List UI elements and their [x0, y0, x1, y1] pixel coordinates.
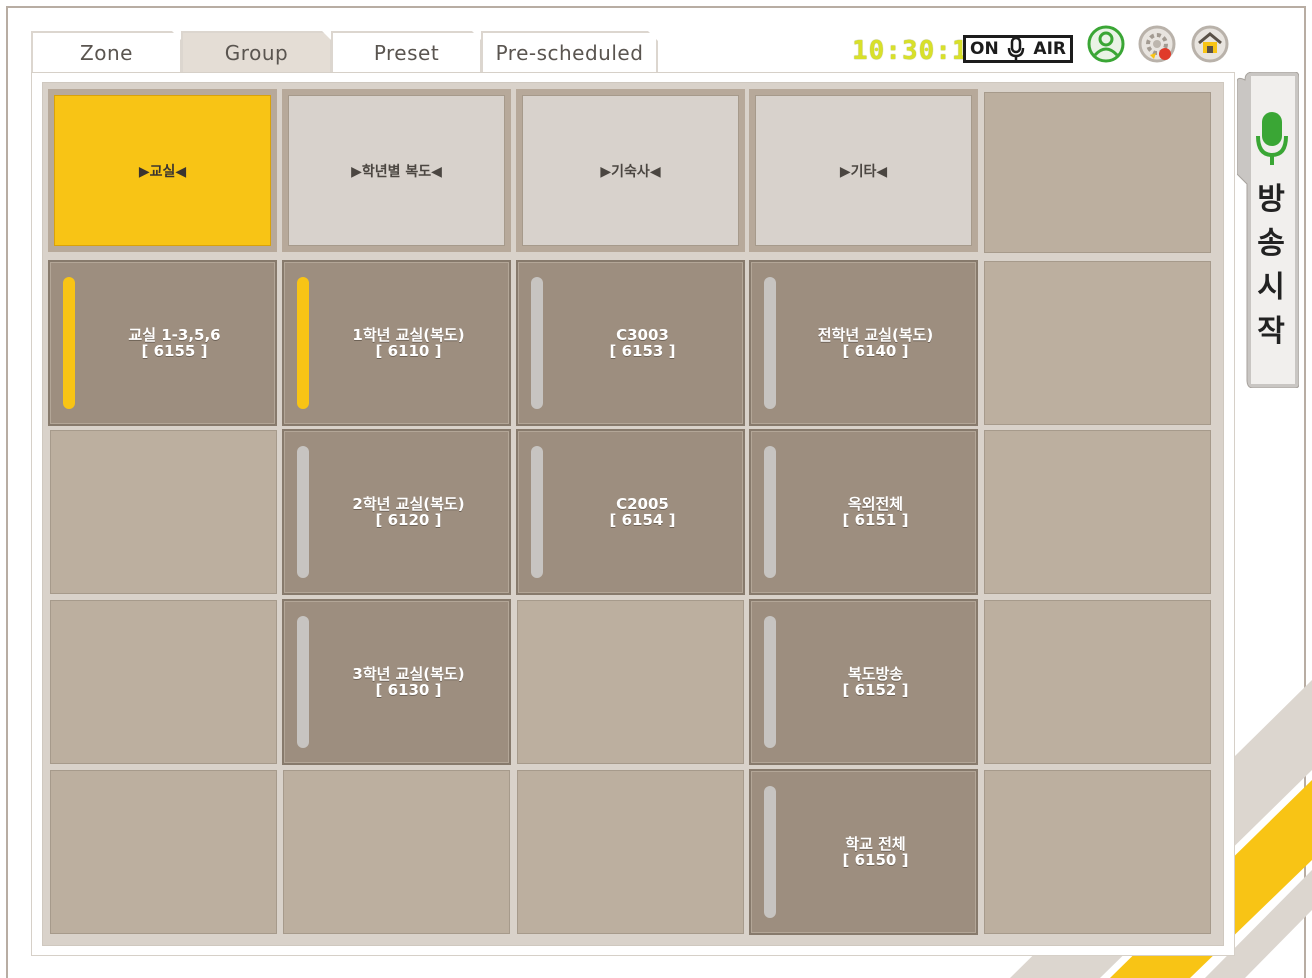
zone-button[interactable]: 2학년 교실(복도)[ 6120 ] — [282, 429, 511, 595]
zone-name: 학교 전체 — [845, 835, 906, 853]
zone-code: [ 6140 ] — [842, 342, 909, 360]
home-icon[interactable] — [1191, 25, 1229, 63]
group-button-classroom[interactable]: ▶교실◀ — [48, 89, 277, 252]
user-icon[interactable] — [1087, 25, 1125, 63]
empty-slot — [50, 600, 277, 764]
on-air-left-label: ON — [970, 39, 999, 59]
zone-code: [ 6155 ] — [141, 342, 208, 360]
zone-code: [ 6120 ] — [375, 511, 442, 529]
empty-slot — [517, 770, 744, 934]
zone-code: [ 6110 ] — [375, 342, 442, 360]
zone-name: 3학년 교실(복도) — [352, 665, 465, 683]
zone-button[interactable]: 교실 1-3,5,6[ 6155 ] — [48, 260, 277, 426]
zone-button[interactable]: 1학년 교실(복도)[ 6110 ] — [282, 260, 511, 426]
group-label: ▶학년별 복도◀ — [288, 95, 505, 246]
zone-button[interactable]: 3학년 교실(복도)[ 6130 ] — [282, 599, 511, 765]
broadcast-char: 방 — [1257, 182, 1285, 217]
group-label: ▶교실◀ — [54, 95, 271, 246]
zone-name: 2학년 교실(복도) — [352, 495, 465, 513]
zone-name: 1학년 교실(복도) — [352, 326, 465, 344]
empty-slot — [50, 770, 277, 934]
zone-code: [ 6152 ] — [842, 681, 909, 699]
broadcast-char: 작 — [1257, 314, 1285, 349]
broadcast-char: 시 — [1257, 270, 1285, 305]
broadcast-start-label: 방 송 시 작 — [1250, 178, 1292, 354]
empty-slot — [50, 430, 277, 594]
zone-name: 전학년 교실(복도) — [817, 326, 934, 344]
empty-slot — [984, 261, 1211, 425]
group-button-dormitory[interactable]: ▶기숙사◀ — [516, 89, 745, 252]
empty-slot — [517, 600, 744, 764]
tab-zone[interactable]: Zone — [31, 31, 182, 73]
zone-button[interactable]: 옥외전체[ 6151 ] — [749, 429, 978, 595]
empty-slot — [283, 770, 510, 934]
tab-preset[interactable]: Preset — [331, 31, 482, 73]
zone-button[interactable]: 전학년 교실(복도)[ 6140 ] — [749, 260, 978, 426]
microphone-icon — [1007, 37, 1025, 60]
zone-grid: ▶교실◀ ▶학년별 복도◀ ▶기숙사◀ ▶기타◀ 교실 1-3,5,6[ 615… — [42, 82, 1224, 946]
group-button-grade-hallway[interactable]: ▶학년별 복도◀ — [282, 89, 511, 252]
zone-code: [ 6150 ] — [842, 851, 909, 869]
zone-name: C2005 — [616, 495, 669, 513]
zone-code: [ 6130 ] — [375, 681, 442, 699]
zone-code: [ 6154 ] — [609, 511, 676, 529]
zone-code: [ 6153 ] — [609, 342, 676, 360]
empty-slot — [984, 770, 1211, 934]
zone-button[interactable]: 학교 전체[ 6150 ] — [749, 769, 978, 935]
group-label: ▶기타◀ — [755, 95, 972, 246]
group-button-other[interactable]: ▶기타◀ — [749, 89, 978, 252]
zone-name: 교실 1-3,5,6 — [128, 326, 221, 344]
zone-name: C3003 — [616, 326, 669, 344]
group-label: ▶기숙사◀ — [522, 95, 739, 246]
broadcast-char: 송 — [1257, 226, 1285, 261]
tab-pre-scheduled[interactable]: Pre-scheduled — [481, 31, 658, 73]
settings-icon[interactable] — [1138, 25, 1176, 63]
zone-code: [ 6151 ] — [842, 511, 909, 529]
on-air-indicator: ON AIR — [963, 35, 1073, 63]
microphone-icon — [1256, 112, 1288, 165]
tab-group[interactable]: Group — [181, 31, 332, 73]
empty-slot — [984, 430, 1211, 594]
zone-name: 복도방송 — [847, 665, 904, 683]
zone-button[interactable]: 복도방송[ 6152 ] — [749, 599, 978, 765]
zone-button[interactable]: C2005[ 6154 ] — [516, 429, 745, 595]
zone-button[interactable]: C3003[ 6153 ] — [516, 260, 745, 426]
empty-slot — [984, 92, 1211, 253]
empty-slot — [984, 600, 1211, 764]
on-air-right-label: AIR — [1033, 39, 1066, 59]
zone-name: 옥외전체 — [847, 495, 904, 513]
